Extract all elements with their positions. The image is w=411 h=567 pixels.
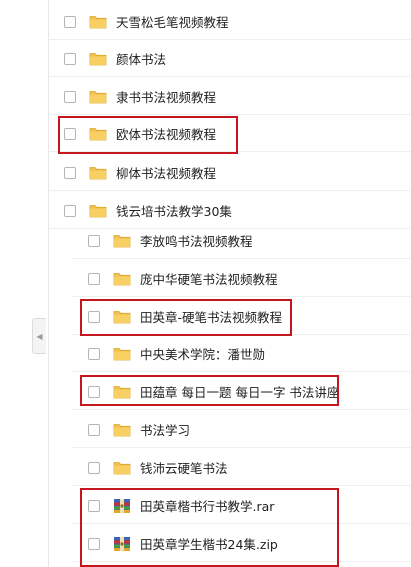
chevron-left-icon: ◀ bbox=[36, 331, 43, 341]
list-item[interactable]: 书法学习 bbox=[72, 412, 411, 448]
row-checkbox[interactable] bbox=[88, 499, 100, 512]
folder-icon bbox=[113, 271, 131, 287]
folder-icon bbox=[113, 233, 131, 249]
row-checkbox[interactable] bbox=[88, 461, 100, 474]
item-name: 钱云培书法教学30集 bbox=[116, 204, 232, 219]
folder-icon bbox=[113, 422, 131, 438]
list-item[interactable]: 天雪松毛笔视频教程 bbox=[48, 4, 411, 40]
item-name: 田英章学生楷书24集.zip bbox=[140, 537, 278, 552]
folder-icon bbox=[89, 89, 107, 105]
archive-icon bbox=[113, 536, 131, 552]
folder-icon bbox=[89, 14, 107, 30]
row-checkbox[interactable] bbox=[64, 166, 76, 179]
item-name: 中央美术学院：潘世勋 bbox=[140, 347, 266, 362]
item-name: 庞中华硬笔书法视频教程 bbox=[140, 272, 278, 287]
folder-icon bbox=[89, 51, 107, 67]
list-item[interactable]: 庞中华硬笔书法视频教程 bbox=[72, 261, 411, 297]
list-item[interactable]: 中央美术学院：潘世勋 bbox=[72, 336, 411, 372]
left-gutter bbox=[0, 0, 49, 567]
item-name: 钱沛云硬笔书法 bbox=[140, 461, 228, 476]
item-name: 李放鸣书法视频教程 bbox=[140, 234, 253, 249]
row-checkbox[interactable] bbox=[88, 272, 100, 285]
row-checkbox[interactable] bbox=[64, 127, 76, 140]
row-checkbox[interactable] bbox=[88, 423, 100, 436]
row-checkbox[interactable] bbox=[64, 204, 76, 217]
row-checkbox[interactable] bbox=[88, 234, 100, 247]
folder-icon bbox=[113, 384, 131, 400]
folder-icon bbox=[113, 309, 131, 325]
archive-icon bbox=[113, 498, 131, 514]
row-checkbox[interactable] bbox=[88, 385, 100, 398]
row-checkbox[interactable] bbox=[88, 347, 100, 360]
folder-icon bbox=[113, 346, 131, 362]
folder-icon bbox=[89, 203, 107, 219]
list-item[interactable]: 田英章-硬笔书法视频教程 bbox=[72, 299, 411, 335]
list-item[interactable]: 李放鸣书法视频教程 bbox=[72, 223, 411, 259]
row-checkbox[interactable] bbox=[88, 537, 100, 550]
folder-icon bbox=[89, 165, 107, 181]
list-item[interactable]: 欧体书法视频教程 bbox=[48, 116, 411, 152]
item-name: 田英章-硬笔书法视频教程 bbox=[140, 310, 283, 325]
row-checkbox[interactable] bbox=[64, 15, 76, 28]
folder-icon bbox=[89, 126, 107, 142]
item-name: 柳体书法视频教程 bbox=[116, 166, 217, 181]
list-item[interactable]: 田英章楷书行书教学.rar bbox=[72, 488, 411, 524]
item-name: 天雪松毛笔视频教程 bbox=[116, 15, 229, 30]
list-item[interactable]: 隶书书法视频教程 bbox=[48, 79, 411, 115]
item-name: 颜体书法 bbox=[116, 52, 167, 67]
sidebar-collapse-handle[interactable]: ◀ bbox=[32, 318, 46, 354]
row-checkbox[interactable] bbox=[64, 90, 76, 103]
folder-icon bbox=[113, 460, 131, 476]
item-name: 欧体书法视频教程 bbox=[116, 127, 217, 142]
row-checkbox[interactable] bbox=[88, 310, 100, 323]
list-item[interactable]: 田英章学生楷书24集.zip bbox=[72, 526, 411, 562]
list-item[interactable]: 田蕴章 每日一题 每日一字 书法讲座 bbox=[72, 374, 411, 410]
list-item[interactable]: 颜体书法 bbox=[48, 41, 411, 77]
item-name: 田英章楷书行书教学.rar bbox=[140, 499, 275, 514]
list-item[interactable]: 钱沛云硬笔书法 bbox=[72, 450, 411, 486]
item-name: 隶书书法视频教程 bbox=[116, 90, 217, 105]
item-name: 田蕴章 每日一题 每日一字 书法讲座 bbox=[140, 385, 340, 400]
item-name: 书法学习 bbox=[140, 423, 191, 438]
row-checkbox[interactable] bbox=[64, 52, 76, 65]
list-item[interactable]: 柳体书法视频教程 bbox=[48, 155, 411, 191]
